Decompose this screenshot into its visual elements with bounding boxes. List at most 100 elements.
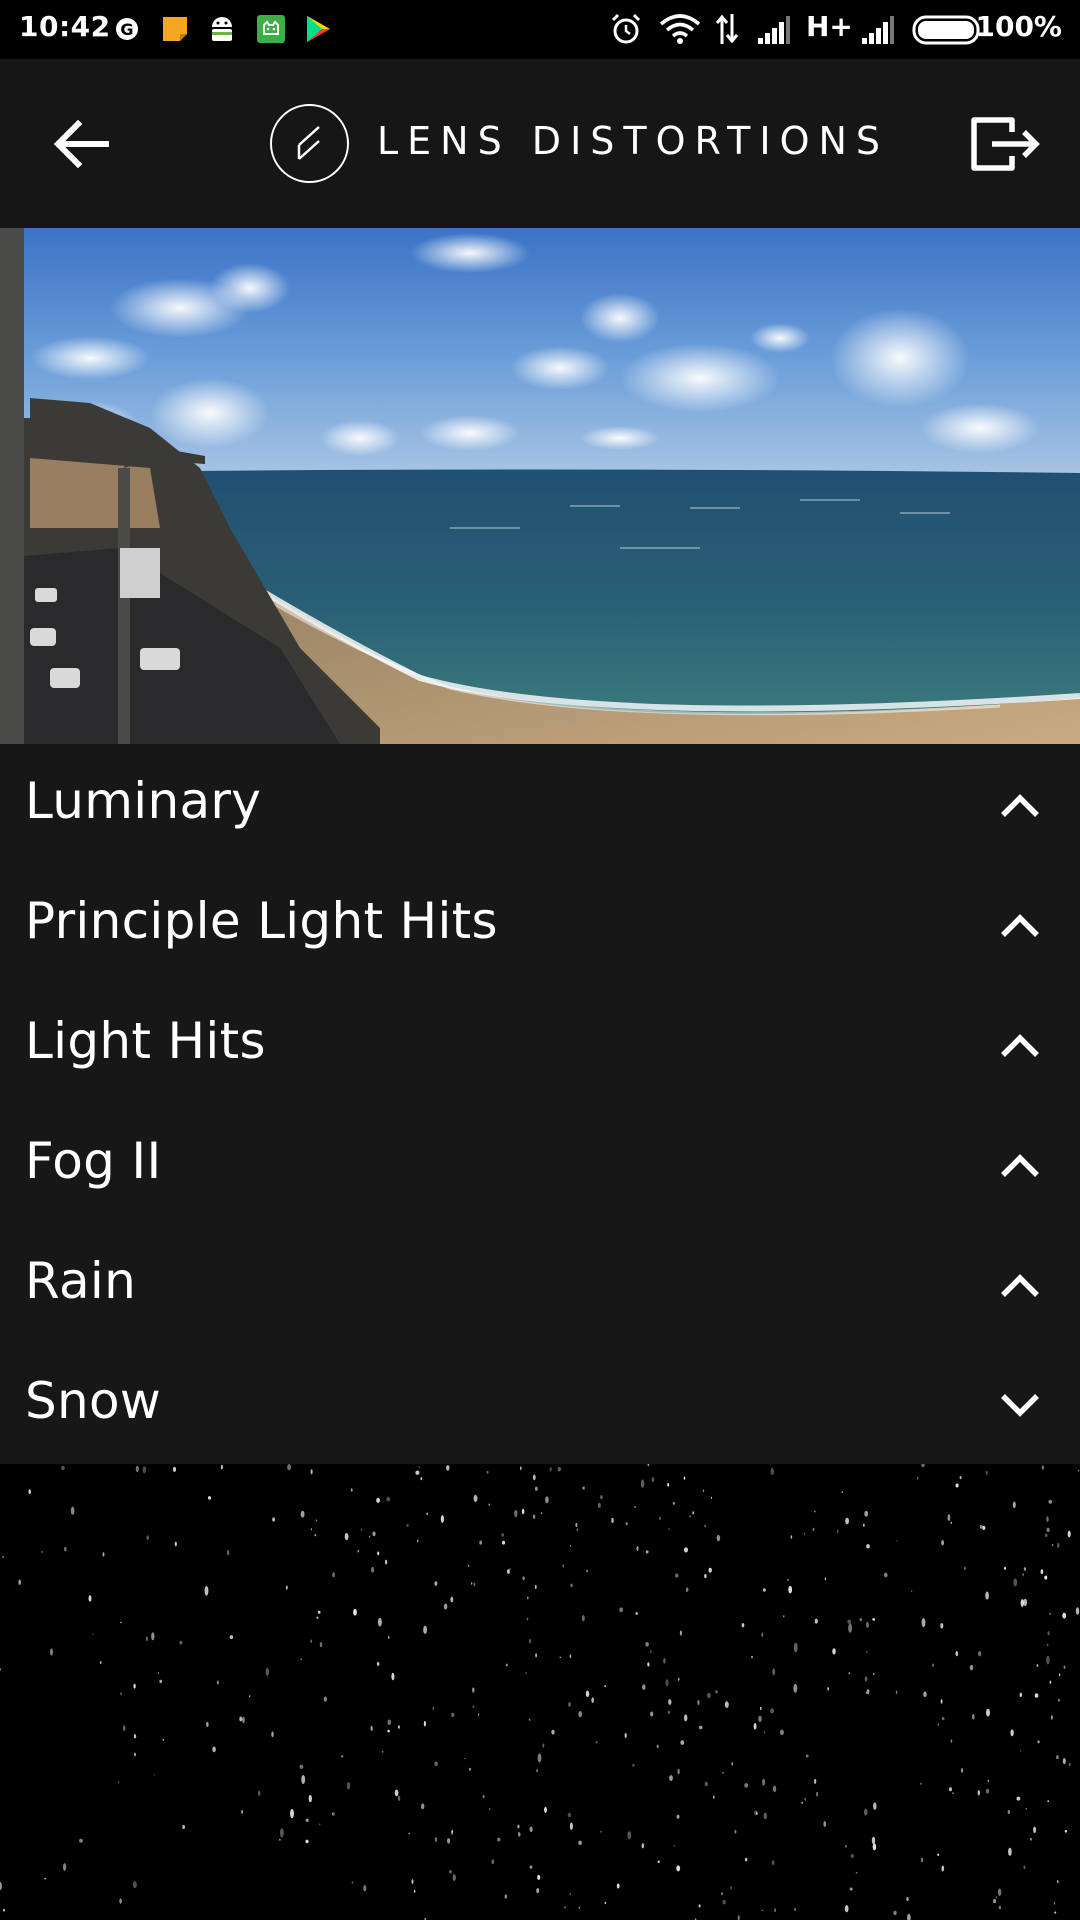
snow-particle bbox=[318, 1823, 321, 1826]
snow-particle bbox=[741, 1623, 745, 1628]
snow-particle bbox=[677, 1768, 680, 1775]
snow-particle bbox=[452, 1874, 456, 1882]
snow-particle bbox=[353, 1608, 357, 1616]
snow-particle bbox=[600, 1830, 602, 1833]
snow-particle bbox=[314, 1533, 317, 1537]
snow-particle bbox=[873, 1802, 877, 1810]
chevron-up-icon bbox=[1001, 1154, 1039, 1177]
snow-particle bbox=[771, 1860, 775, 1866]
alarm-icon bbox=[611, 13, 641, 44]
snow-particle bbox=[569, 1822, 573, 1830]
snow-particle bbox=[241, 1809, 243, 1814]
snow-particle bbox=[123, 1725, 126, 1731]
snow-particle bbox=[676, 1814, 680, 1819]
snow-overlay-preview[interactable] bbox=[0, 1464, 1080, 1920]
effect-row-snow[interactable]: Snow bbox=[0, 1344, 1080, 1464]
snow-particle bbox=[1046, 1527, 1050, 1533]
exit-button[interactable] bbox=[968, 114, 1042, 174]
snow-particle bbox=[528, 1638, 532, 1644]
snow-particle bbox=[863, 1808, 868, 1816]
snow-particle bbox=[497, 1837, 501, 1842]
snow-particle bbox=[793, 1683, 798, 1693]
snow-particle bbox=[226, 1550, 230, 1556]
snow-particle bbox=[1034, 1693, 1039, 1698]
snow-particle bbox=[569, 1654, 572, 1658]
snow-particle bbox=[472, 1705, 475, 1709]
snow-particle bbox=[955, 1650, 959, 1657]
effect-row-rain[interactable]: Rain bbox=[0, 1224, 1080, 1344]
snow-particles bbox=[0, 1464, 1080, 1920]
snow-particle bbox=[721, 1892, 723, 1896]
snow-particle bbox=[864, 1510, 869, 1517]
snow-particle bbox=[279, 1838, 281, 1841]
snow-particle bbox=[420, 1476, 423, 1481]
snow-particle bbox=[575, 1522, 578, 1527]
android-cat-icon bbox=[257, 15, 285, 43]
snow-particle bbox=[1010, 1729, 1014, 1737]
snow-particle bbox=[932, 1663, 934, 1667]
snow-particle bbox=[472, 1687, 475, 1693]
snow-particle bbox=[823, 1821, 826, 1827]
snow-particle bbox=[491, 1859, 495, 1865]
snow-particle bbox=[1003, 1566, 1007, 1570]
snow-particle bbox=[744, 1857, 748, 1862]
effect-row-principle-light-hits[interactable]: Principle Light Hits bbox=[0, 864, 1080, 984]
snow-particle bbox=[62, 1863, 67, 1871]
snow-particle bbox=[576, 1528, 579, 1532]
snow-particle bbox=[704, 1781, 708, 1787]
preview-image[interactable] bbox=[0, 228, 1080, 744]
snow-particle bbox=[949, 1787, 952, 1792]
snow-particle bbox=[986, 1708, 990, 1717]
snow-particle bbox=[896, 1540, 898, 1542]
snow-particle bbox=[1013, 1578, 1018, 1587]
effect-label: Light Hits bbox=[25, 1012, 266, 1070]
back-button[interactable] bbox=[46, 110, 122, 178]
snow-particle bbox=[763, 1812, 767, 1820]
snow-particle bbox=[632, 1763, 635, 1767]
snow-particle bbox=[624, 1732, 627, 1739]
snow-particle bbox=[692, 1511, 694, 1515]
snow-particle bbox=[519, 1466, 522, 1471]
snow-particle bbox=[916, 1476, 919, 1480]
snow-particle bbox=[848, 1623, 853, 1633]
snow-particle bbox=[850, 1854, 855, 1858]
snow-particle bbox=[724, 1701, 729, 1708]
snow-particle bbox=[805, 1754, 809, 1758]
snow-particle bbox=[1056, 1755, 1059, 1760]
snow-particle bbox=[722, 1899, 727, 1905]
snow-particle bbox=[787, 1579, 789, 1581]
snow-particle bbox=[376, 1661, 380, 1666]
snow-particle bbox=[272, 1517, 275, 1522]
snow-particle bbox=[1051, 1544, 1054, 1546]
snow-particle bbox=[1062, 1757, 1066, 1765]
snow-particle bbox=[1022, 1573, 1024, 1576]
snow-particle bbox=[667, 1710, 671, 1715]
effect-row-luminary[interactable]: Luminary bbox=[0, 744, 1080, 864]
snow-particle bbox=[893, 1910, 897, 1916]
signal-icon bbox=[758, 16, 790, 44]
snow-particle bbox=[721, 1771, 724, 1774]
snow-particle bbox=[704, 1574, 707, 1579]
effect-row-light-hits[interactable]: Light Hits bbox=[0, 984, 1080, 1104]
snow-particle bbox=[731, 1762, 734, 1766]
snow-particle bbox=[764, 1731, 766, 1734]
snow-particle bbox=[529, 1865, 533, 1869]
snow-particle bbox=[1036, 1664, 1039, 1668]
snow-particle bbox=[950, 1739, 953, 1743]
snow-particle bbox=[1019, 1692, 1023, 1698]
snow-particle bbox=[376, 1497, 380, 1503]
snow-particle bbox=[506, 1569, 510, 1574]
snow-particle bbox=[985, 1591, 989, 1600]
snow-particle bbox=[993, 1899, 997, 1904]
snow-particle bbox=[950, 1521, 953, 1524]
snow-particle bbox=[710, 1496, 713, 1500]
snow-particle bbox=[434, 1837, 438, 1842]
snow-particle bbox=[836, 1529, 839, 1534]
snow-particle bbox=[157, 1671, 160, 1675]
snow-particle bbox=[674, 1573, 679, 1578]
effect-row-fog-ii[interactable]: Fog II bbox=[0, 1104, 1080, 1224]
snow-particle bbox=[921, 1618, 926, 1628]
snow-particle bbox=[449, 1870, 452, 1874]
snow-particle bbox=[521, 1508, 525, 1515]
snow-particle bbox=[987, 1779, 989, 1782]
